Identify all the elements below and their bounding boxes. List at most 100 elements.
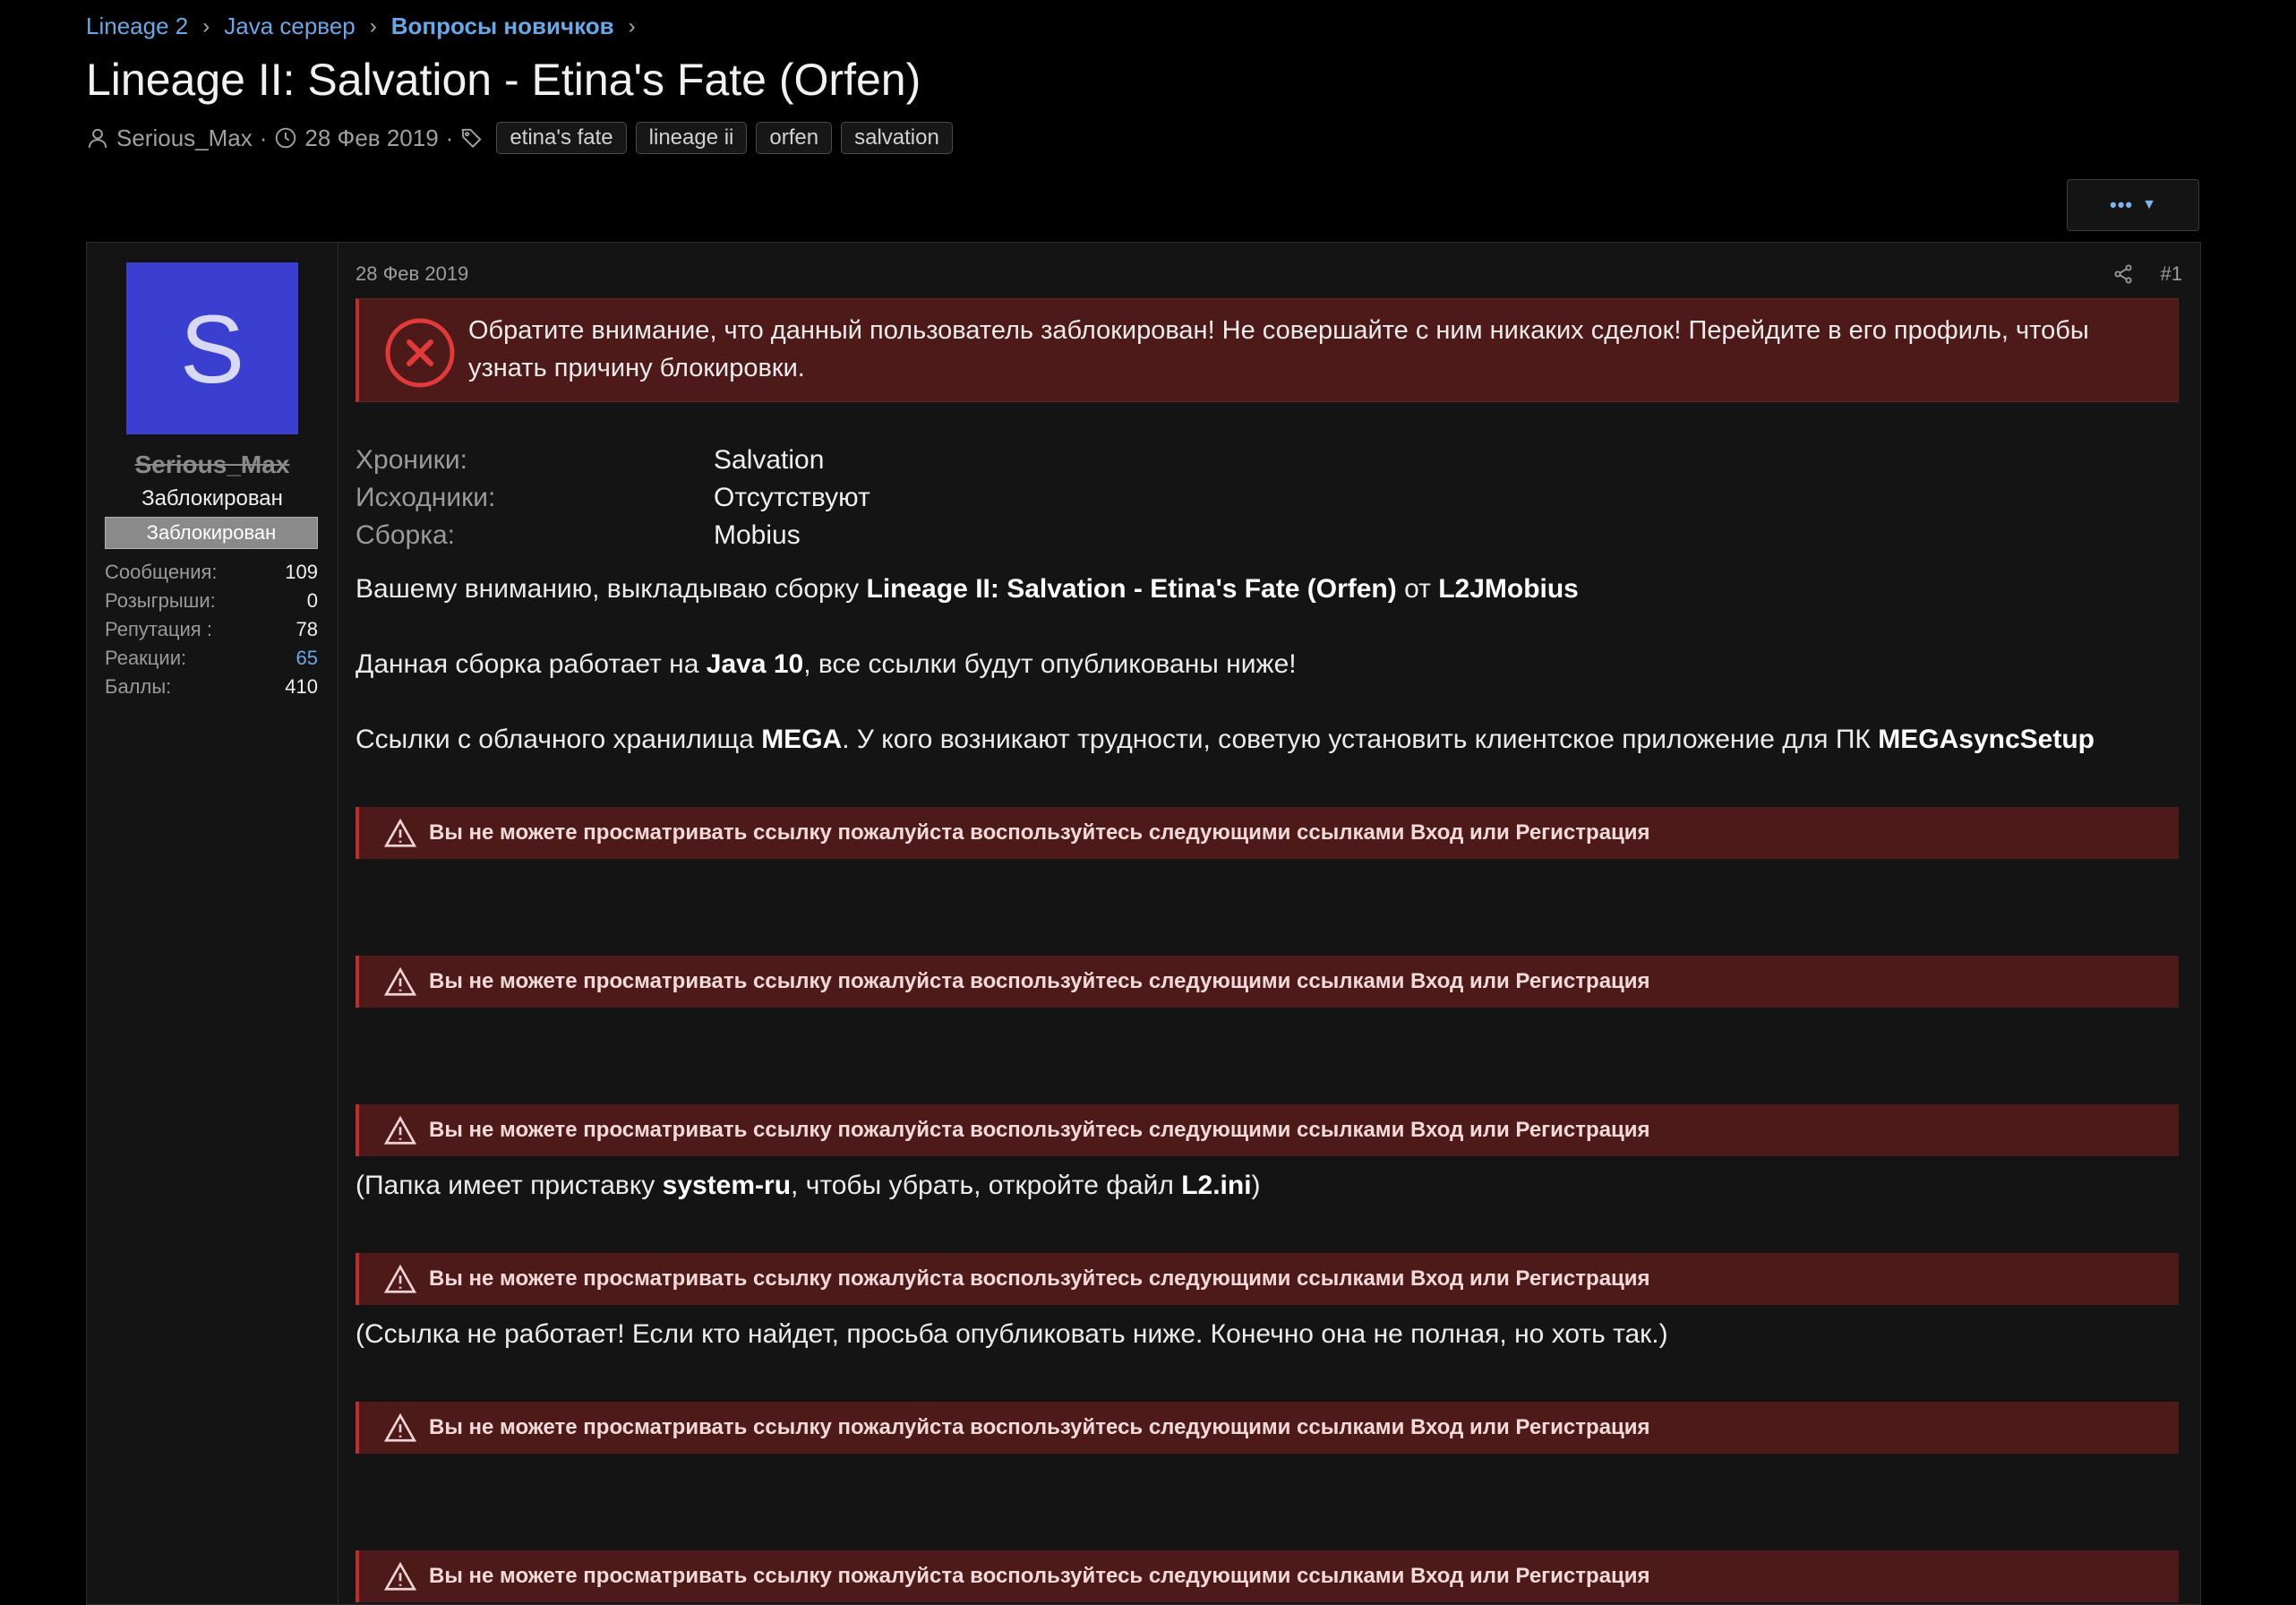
- locked-link-text: Вы не можете просматривать ссылку пожалу…: [429, 1118, 1650, 1142]
- user-stat-points: Баллы: 410: [105, 673, 318, 701]
- bold-text: L2.ini: [1181, 1171, 1252, 1200]
- blocked-user-warning: Обратите внимание, что данный пользовате…: [356, 298, 2179, 402]
- field-label: Хроники:: [356, 445, 467, 475]
- warning-triangle-icon: [384, 1264, 416, 1293]
- breadcrumb-item-newbie-questions[interactable]: Вопросы новичков: [391, 13, 614, 40]
- locked-link-4: Вы не можете просматривать ссылку пожалу…: [356, 1253, 2179, 1305]
- bold-text: Lineage II: Salvation - Etina's Fate (Or…: [866, 574, 1397, 604]
- text: (Папка имеет приставку: [356, 1171, 663, 1200]
- bold-text: MEGA: [761, 725, 843, 754]
- warning-triangle-icon: [384, 1412, 416, 1442]
- stat-label: Розыгрыши:: [105, 589, 216, 612]
- locked-link-text: Вы не можете просматривать ссылку пожалу…: [429, 820, 1650, 845]
- post-date-link[interactable]: 28 Фев 2019: [356, 262, 468, 286]
- thread-author-link[interactable]: Serious_Max: [116, 124, 253, 152]
- warning-triangle-icon: [384, 966, 416, 996]
- text: Ссылки с облачного хранилища: [356, 725, 762, 754]
- meta-separator: ·: [259, 124, 268, 151]
- locked-link-3: Вы не можете просматривать ссылку пожалу…: [356, 1104, 2179, 1156]
- user-name[interactable]: Serious_Max: [87, 451, 338, 479]
- page-title: Lineage II: Salvation - Etina's Fate (Or…: [86, 55, 921, 105]
- post-fields: Хроники: Salvation Исходники: Отсутствую…: [356, 442, 870, 554]
- stat-value: 109: [285, 561, 318, 583]
- avatar[interactable]: S: [126, 262, 298, 434]
- thread-date-link[interactable]: 28 Фев 2019: [304, 124, 438, 152]
- user-stat-reactions: Реакции: 65: [105, 644, 318, 673]
- locked-link-5: Вы не можете просматривать ссылку пожалу…: [356, 1402, 2179, 1454]
- tag-salvation[interactable]: salvation: [841, 122, 953, 154]
- locked-link-text: Вы не можете просматривать ссылку пожалу…: [429, 1564, 1650, 1588]
- post-user-column: S Serious_Max Заблокирован Заблокирован …: [87, 243, 338, 1604]
- stat-value: 410: [285, 675, 318, 698]
- field-label: Исходники:: [356, 483, 496, 512]
- locked-link-6: Вы не можете просматривать ссылку пожалу…: [356, 1550, 2179, 1602]
- tag-etinas-fate[interactable]: etina's fate: [496, 122, 627, 154]
- warning-triangle-icon: [384, 1115, 416, 1145]
- user-stat-reputation: Репутация : 78: [105, 615, 318, 644]
- stat-label: Сообщения:: [105, 561, 218, 583]
- share-icon[interactable]: [2112, 263, 2134, 285]
- text: . У кого возникают трудности, советую ус…: [842, 725, 1879, 754]
- thread-tools-menu-button[interactable]: ••• ▼: [2067, 179, 2199, 231]
- bold-text: MEGAsyncSetup: [1878, 725, 2095, 754]
- field-value: Mobius: [714, 520, 801, 550]
- post-paragraph-broken-link: (Ссылка не работает! Если кто найдет, пр…: [356, 1319, 1668, 1349]
- bold-text: Java 10: [706, 649, 804, 679]
- clock-icon: [276, 127, 296, 149]
- chevron-right-icon: ›: [369, 13, 377, 39]
- stat-label: Баллы:: [105, 675, 172, 698]
- post-header: 28 Фев 2019 #1: [356, 262, 2182, 286]
- field-chronicles: Хроники: Salvation: [356, 442, 870, 479]
- warning-text: Обратите внимание, что данный пользовате…: [468, 316, 2089, 382]
- text: от: [1396, 574, 1439, 604]
- text: ): [1251, 1171, 1261, 1200]
- stat-label: Реакции:: [105, 647, 187, 669]
- stat-label: Репутация :: [105, 618, 212, 640]
- user-icon: [88, 128, 107, 148]
- field-value: Отсутствуют: [714, 483, 870, 512]
- tag-orfen[interactable]: orfen: [756, 122, 833, 154]
- text: , чтобы убрать, откройте файл: [791, 1171, 1182, 1200]
- post-paragraph-system-ru: (Папка имеет приставку system-ru, чтобы …: [356, 1171, 1261, 1201]
- chevron-down-icon: ▼: [2142, 197, 2156, 212]
- post: S Serious_Max Заблокирован Заблокирован …: [86, 242, 2201, 1605]
- field-build: Сборка: Mobius: [356, 517, 870, 554]
- tag-lineage-ii[interactable]: lineage ii: [635, 122, 748, 154]
- error-circle-icon: [385, 318, 455, 388]
- warning-triangle-icon: [384, 1561, 416, 1591]
- post-paragraph-intro: Вашему вниманию, выкладываю сборку Linea…: [356, 574, 1579, 605]
- locked-link-text: Вы не можете просматривать ссылку пожалу…: [429, 1266, 1650, 1291]
- locked-link-text: Вы не можете просматривать ссылку пожалу…: [429, 1415, 1650, 1439]
- user-stat-giveaways: Розыгрыши: 0: [105, 587, 318, 615]
- locked-link-1: Вы не можете просматривать ссылку пожалу…: [356, 807, 2179, 859]
- field-value: Salvation: [714, 445, 825, 475]
- stat-value: 78: [296, 618, 318, 640]
- locked-link-2: Вы не можете просматривать ссылку пожалу…: [356, 956, 2179, 1008]
- post-paragraph-java: Данная сборка работает на Java 10, все с…: [356, 649, 1297, 680]
- tags-icon: [461, 128, 482, 149]
- user-banner-blocked: Заблокирован: [105, 517, 318, 549]
- text: Данная сборка работает на: [356, 649, 707, 679]
- bold-text: system-ru: [662, 1171, 792, 1200]
- user-stats: Сообщения: 109 Розыгрыши: 0 Репутация : …: [105, 558, 318, 701]
- user-title: Заблокирован: [141, 486, 283, 511]
- field-label: Сборка:: [356, 520, 456, 550]
- chevron-right-icon: ›: [202, 13, 210, 39]
- more-options-icon: •••: [2110, 193, 2134, 216]
- post-number-link[interactable]: #1: [2161, 262, 2182, 286]
- field-sources: Исходники: Отсутствуют: [356, 479, 870, 517]
- breadcrumb-item-lineage2[interactable]: Lineage 2: [86, 13, 188, 40]
- text: , все ссылки будут опубликованы ниже!: [803, 649, 1297, 679]
- text: Вашему вниманию, выкладываю сборку: [356, 574, 867, 604]
- breadcrumb-item-java-server[interactable]: Java сервер: [224, 13, 356, 40]
- thread-meta: Serious_Max · 28 Фев 2019 · etina's fate…: [86, 122, 962, 154]
- user-stat-messages: Сообщения: 109: [105, 558, 318, 587]
- stat-value: 0: [306, 589, 318, 612]
- chevron-right-icon: ›: [628, 13, 636, 39]
- meta-separator: ·: [445, 124, 454, 151]
- locked-link-text: Вы не можете просматривать ссылку пожалу…: [429, 969, 1650, 993]
- reactions-link[interactable]: 65: [296, 647, 318, 670]
- bold-text: L2JMobius: [1438, 574, 1579, 604]
- warning-triangle-icon: [384, 818, 416, 847]
- post-paragraph-mega: Ссылки с облачного хранилища MEGA. У ког…: [356, 725, 2095, 755]
